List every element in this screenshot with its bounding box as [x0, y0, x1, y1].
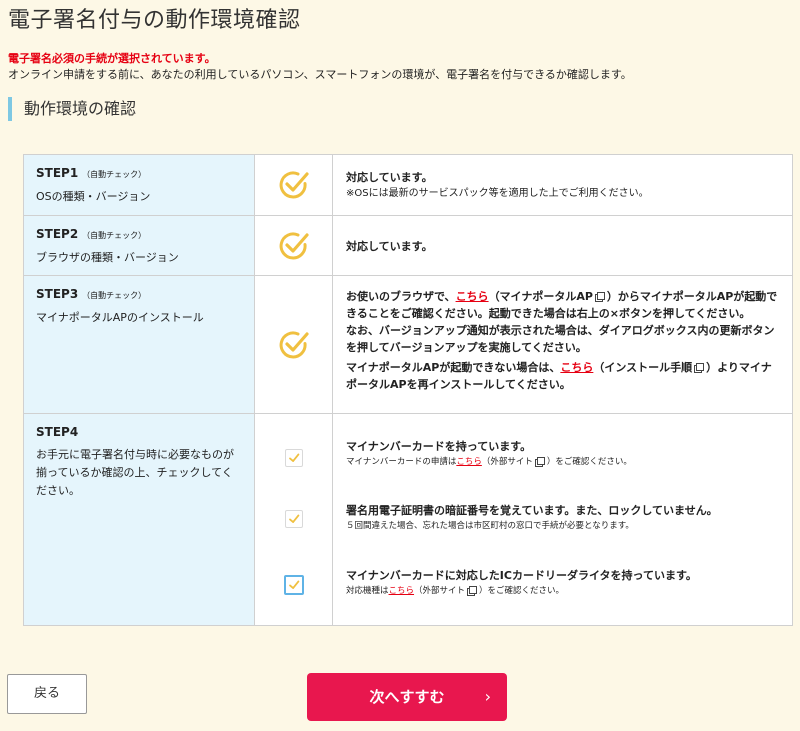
step-label: STEP3 — [36, 287, 79, 301]
step4-label-cell: STEP4 お手元に電子署名付与時に必要なものが揃っているか確認の上、チェックし… — [24, 414, 255, 625]
external-window-icon — [594, 292, 605, 302]
supported-devices-link[interactable]: こちら — [389, 586, 415, 596]
mynumber-card-application-link[interactable]: こちら — [456, 457, 482, 467]
checklist-item-card: マイナンバーカードを持っています。 マイナンバーカードの申請はこちら（外部サイト… — [346, 438, 632, 470]
chevron-right-icon: › — [484, 687, 491, 706]
check-icon — [289, 580, 300, 589]
checklist-item-pin: 署名用電子証明書の暗証番号を覚えています。また、ロックしていません。 ５回間違え… — [346, 502, 718, 534]
step3-update-note: なお、バージョンアップ通知が表示された場合は、ダイアログボックス内の更新ボタンを… — [346, 324, 775, 354]
pin-code-checkbox[interactable] — [285, 510, 303, 528]
step-label: STEP1 — [36, 166, 79, 180]
card-reader-checkbox[interactable] — [284, 575, 304, 595]
back-button[interactable]: 戻る — [7, 674, 87, 714]
step4-description: お手元に電子署名付与時に必要なものが揃っているか確認の上、チェックしてください。 — [36, 448, 234, 497]
step-status-message: 対応しています。 — [346, 171, 433, 184]
checklist-item-reader: マイナンバーカードに対応したICカードリーダライタを持っています。 対応機種はこ… — [346, 567, 697, 599]
warning-message: 電子署名必須の手続が選択されています。 — [8, 52, 216, 65]
step-label: STEP2 — [36, 227, 79, 241]
step-auto-check-label: （自動チェック） — [82, 170, 147, 179]
step-label: STEP4 — [36, 425, 79, 439]
step-name: ブラウザの種類・バージョン — [36, 251, 179, 264]
page-title: 電子署名付与の動作環境確認 — [8, 8, 301, 33]
step-status-note: ※OSには最新のサービスパック等を適用した上でご利用ください。 — [346, 188, 649, 199]
page-description: オンライン申請をする前に、あなたの利用しているパソコン、スマートフォンの環境が、… — [8, 68, 632, 81]
circle-check-icon — [279, 330, 309, 358]
step1-label-cell: STEP1 （自動チェック） OSの種類・バージョン — [24, 155, 255, 215]
checklist-item-note: マイナンバーカードの申請はこちら（外部サイト ）をご確認ください。 — [346, 456, 632, 467]
checklist-item-title: マイナンバーカードを持っています。 — [346, 440, 532, 453]
step4-row: STEP4 お手元に電子署名付与時に必要なものが揃っているか確認の上、チェックし… — [24, 414, 792, 625]
step3-instruction: お使いのブラウザで、こちら（マイナポータルAP ）からマイナポータルAPが起動でき… — [346, 290, 778, 320]
checklist-item-note: 対応機種はこちら（外部サイト ）をご確認ください。 — [346, 585, 565, 596]
checklist-item-title: 署名用電子証明書の暗証番号を覚えています。また、ロックしていません。 — [346, 504, 718, 517]
check-icon — [289, 453, 300, 462]
external-window-icon — [534, 456, 545, 467]
step3-row: STEP3 （自動チェック） マイナポータルAPのインストール お使いのブラウザで… — [24, 276, 792, 414]
step-status-message: 対応しています。 — [346, 240, 433, 253]
next-button-label: 次へすすむ — [369, 688, 445, 706]
step-name: マイナポータルAPのインストール — [36, 311, 204, 324]
circle-check-icon — [279, 171, 309, 199]
checklist-item-note: ５回間違えた場合、忘れた場合は市区町村の窓口で手続が必要となります。 — [346, 521, 634, 531]
check-icon — [289, 514, 300, 523]
circle-check-icon — [279, 231, 309, 259]
step-auto-check-label: （自動チェック） — [82, 291, 147, 300]
step1-row: STEP1 （自動チェック） OSの種類・バージョン 対応しています。 ※OSには… — [24, 155, 792, 216]
step2-row: STEP2 （自動チェック） ブラウザの種類・バージョン 対応しています。 — [24, 216, 792, 276]
checklist-item-title: マイナンバーカードに対応したICカードリーダライタを持っています。 — [346, 569, 697, 582]
mynumber-card-checkbox[interactable] — [285, 449, 303, 467]
next-button[interactable]: 次へすすむ › — [307, 673, 507, 721]
mynaportal-ap-launch-link[interactable]: こちら — [456, 290, 489, 303]
step2-label-cell: STEP2 （自動チェック） ブラウザの種類・バージョン — [24, 216, 255, 275]
step3-label-cell: STEP3 （自動チェック） マイナポータルAPのインストール — [24, 276, 255, 413]
external-window-icon — [467, 585, 478, 596]
step3-reinstall-note: マイナポータルAPが起動できない場合は、こちら（インストール手順 ）よりマイナポー… — [346, 361, 772, 391]
step-name: OSの種類・バージョン — [36, 190, 151, 203]
step-auto-check-label: （自動チェック） — [82, 231, 147, 240]
section-heading: 動作環境の確認 — [8, 97, 788, 121]
environment-check-table: STEP1 （自動チェック） OSの種類・バージョン 対応しています。 ※OSには… — [23, 154, 793, 626]
install-guide-link[interactable]: こちら — [560, 361, 593, 374]
external-window-icon — [694, 363, 705, 373]
